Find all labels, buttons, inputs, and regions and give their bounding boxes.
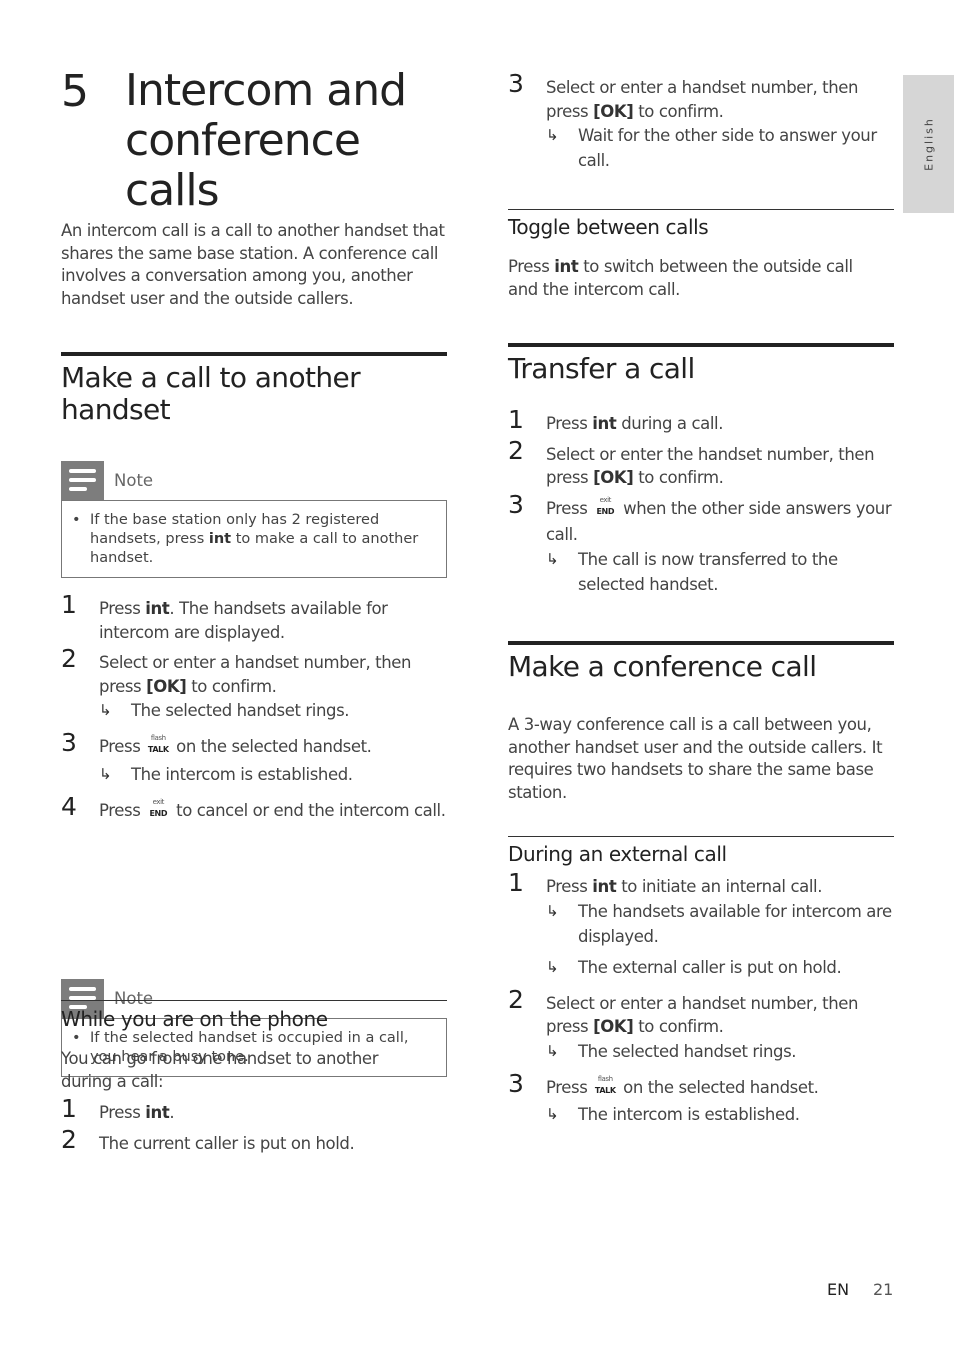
- note-label: Note: [114, 989, 154, 1008]
- section-divider: [508, 641, 894, 645]
- int-key: int: [592, 877, 617, 896]
- int-key: int: [145, 599, 170, 618]
- result-arrow-icon: ↳: [99, 764, 112, 783]
- int-key: int: [592, 414, 617, 433]
- int-key: int: [145, 1103, 170, 1122]
- int-key: int: [554, 257, 579, 276]
- ok-key: [OK]: [593, 101, 634, 121]
- step: 2 Select or enter the handset number, the…: [508, 435, 875, 487]
- conference-intro: A 3-way conference call is a call betwee…: [508, 715, 883, 802]
- subsection-divider: [61, 1000, 447, 1001]
- step: 1 Press int. The handsets available for i…: [61, 590, 388, 642]
- step: 2 Select or enter a handset number, then …: [508, 987, 894, 1064]
- language-tab: English: [903, 75, 954, 213]
- note-registered-handsets: Note If the base station only has 2 regi…: [61, 461, 447, 578]
- step-result: ↳ The intercom is established.: [546, 1102, 894, 1127]
- section-divider: [508, 343, 894, 347]
- conference-steps: 1 Press int to initiate an internal call.…: [508, 870, 894, 1128]
- subsection-title-while-on-phone: While you are on the phone: [61, 1007, 328, 1031]
- step-result: ↳ The intercom is established.: [99, 762, 447, 787]
- int-key: int: [208, 531, 232, 547]
- result-arrow-icon: ↳: [546, 901, 559, 920]
- step: 3 Select or enter a handset number, then …: [508, 71, 894, 173]
- make-call-steps: 1 Press int. The handsets available for i…: [61, 590, 447, 826]
- section-title-conference: Make a conference call: [508, 650, 817, 683]
- step: 3 Press flash TALK on the selected handset…: [508, 1071, 894, 1128]
- section-divider: [61, 352, 447, 356]
- page-number: 21: [873, 1280, 894, 1299]
- ok-key: [OK]: [593, 1017, 634, 1036]
- step: 2 The current caller is put on hold.: [61, 1124, 355, 1154]
- language-tab-label: English: [922, 117, 935, 171]
- section-title-make-call: Make a call to another handset: [61, 361, 361, 426]
- step: 4 Press exit END to cancel or end the inte…: [61, 794, 447, 826]
- chapter-title-text: Intercom and conference calls: [125, 65, 407, 216]
- result-arrow-icon: ↳: [546, 549, 559, 568]
- ok-key: [OK]: [593, 468, 634, 487]
- end-button-icon: exit END: [149, 797, 168, 818]
- while-on-phone-steps: 1 Press int. 2 The current caller is put o…: [61, 1094, 447, 1155]
- subsection-title-toggle: Toggle between calls: [508, 215, 709, 239]
- result-arrow-icon: ↳: [546, 1041, 559, 1060]
- step-result: ↳ The call is now transferred to the sele…: [546, 547, 878, 597]
- note-body: If the base station only has 2 registere…: [61, 500, 447, 578]
- note-icon: [61, 461, 104, 500]
- step: 3 Press flash TALK on the selected handset…: [61, 730, 447, 787]
- footer-language-code: EN: [827, 1280, 850, 1299]
- step: 1 Press int during a call.: [508, 405, 724, 434]
- toggle-text: Press int to switch between the outside …: [508, 257, 853, 299]
- step-result: ↳ The selected handset rings.: [99, 698, 447, 723]
- result-arrow-icon: ↳: [546, 1105, 559, 1123]
- result-arrow-icon: ↳: [546, 957, 559, 976]
- step-result: ↳ The handsets available for intercom are…: [546, 899, 894, 949]
- end-button-icon: exit END: [596, 495, 615, 516]
- note-bullet: If the base station only has 2 registere…: [72, 511, 436, 568]
- step: 2 Select or enter a handset number, then …: [61, 646, 447, 723]
- subsection-divider: [508, 209, 894, 210]
- step: 1 Press int.: [61, 1094, 175, 1123]
- chapter-intro: An intercom call is a call to another ha…: [61, 221, 445, 308]
- step-result: ↳ The external caller is put on hold.: [546, 955, 894, 980]
- talk-button-icon: flash TALK: [147, 734, 169, 754]
- continued-step: 3 Select or enter a handset number, then …: [508, 71, 894, 173]
- result-arrow-icon: ↳: [546, 126, 559, 144]
- result-arrow-icon: ↳: [99, 701, 112, 719]
- section-title-transfer: Transfer a call: [508, 352, 695, 385]
- ok-key: [OK]: [146, 676, 187, 696]
- step-result: ↳ Wait for the other side to answer your …: [546, 123, 894, 173]
- chapter-number: 5: [61, 66, 89, 117]
- subsection-divider: [508, 836, 894, 837]
- step: 1 Press int to initiate an internal call.…: [508, 870, 894, 980]
- transfer-steps: 1 Press int during a call. 2 Select or ent…: [508, 405, 894, 597]
- step: 3 Press exit END when the other side answe…: [508, 492, 894, 597]
- talk-button-icon: flash TALK: [594, 1074, 616, 1095]
- step-result: ↳ The selected handset rings.: [546, 1039, 894, 1064]
- subsection-title-during-external: During an external call: [508, 842, 727, 866]
- chapter-title: Intercom and conference calls: [125, 66, 455, 216]
- note-label: Note: [114, 471, 154, 490]
- while-on-phone-intro: You can go from one handset to another d…: [61, 1049, 379, 1091]
